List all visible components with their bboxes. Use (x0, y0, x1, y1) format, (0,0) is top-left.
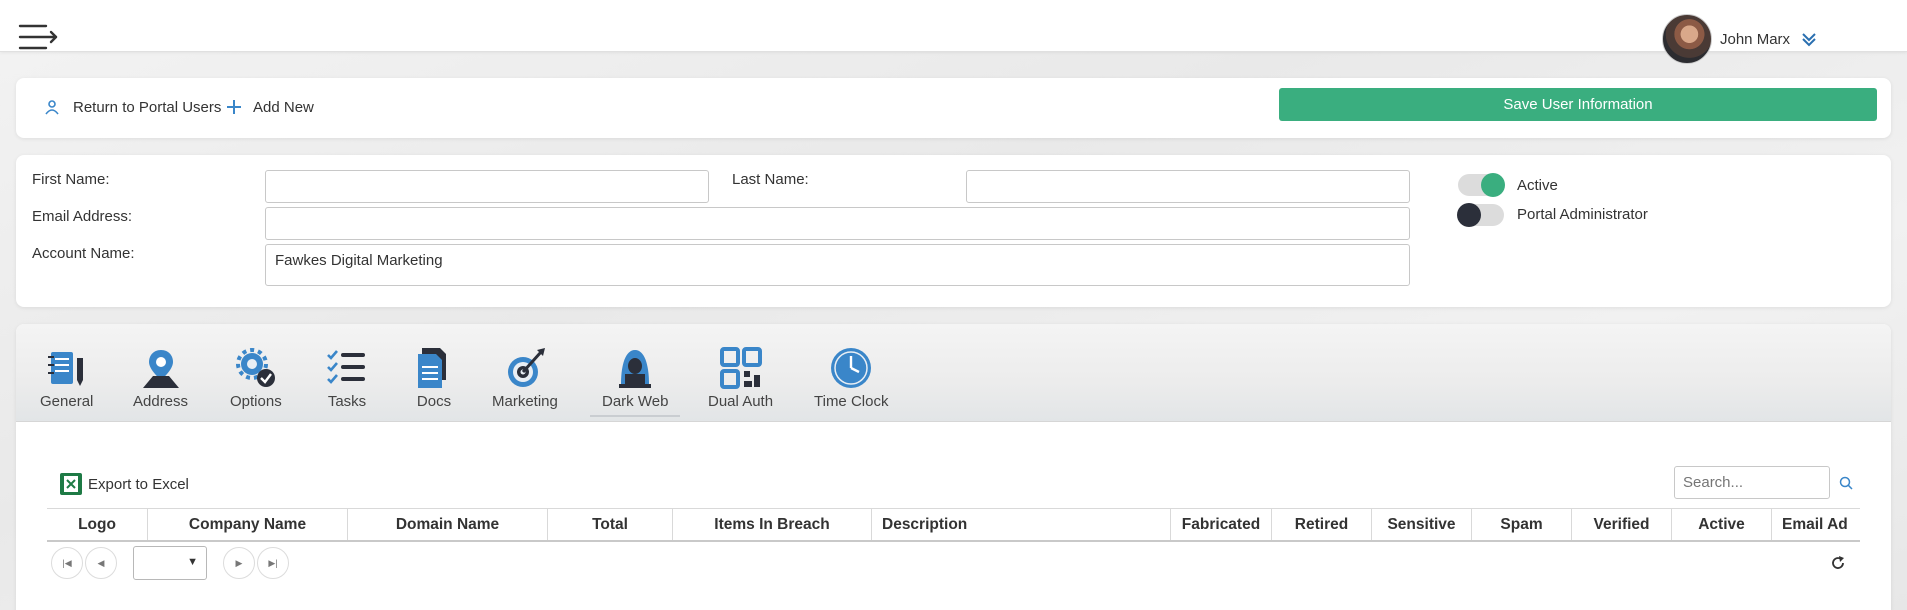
chevron-down-icon: ▼ (187, 556, 198, 568)
search-input[interactable] (1674, 466, 1830, 499)
next-page-button[interactable]: ▶ (223, 547, 255, 579)
tab-label: Tasks (327, 393, 367, 410)
save-user-button[interactable]: Save User Information (1279, 88, 1877, 121)
column-header[interactable]: Verified (1572, 509, 1672, 540)
search-icon[interactable] (1838, 475, 1854, 491)
last-page-button[interactable]: ▶| (257, 547, 289, 579)
clock-icon (831, 348, 872, 388)
portal-admin-label: Portal Administrator (1517, 206, 1648, 223)
plus-icon (227, 100, 241, 114)
qr-code-icon (719, 347, 762, 389)
documents-icon (418, 348, 446, 388)
column-header[interactable]: Sensitive (1372, 509, 1472, 540)
user-form: First Name: Last Name: Email Address: Ac… (16, 155, 1891, 307)
return-label: Return to Portal Users (73, 98, 222, 116)
column-header[interactable]: Fabricated (1171, 509, 1272, 540)
tab-label: General (40, 393, 94, 410)
users-icon (45, 100, 59, 115)
map-pin-icon (142, 350, 179, 388)
email-field[interactable] (265, 207, 1410, 240)
tab-address[interactable]: Address (133, 346, 188, 410)
tab-marketing[interactable]: Marketing (492, 346, 558, 410)
active-toggle[interactable] (1458, 173, 1505, 197)
tab-label: Marketing (492, 393, 558, 410)
add-new-label: Add New (253, 98, 314, 116)
column-header[interactable]: Items In Breach (673, 509, 872, 540)
user-name[interactable]: John Marx (1720, 31, 1790, 48)
column-header[interactable]: Logo (47, 509, 148, 540)
notebook-pen-icon (47, 352, 83, 386)
tab-dual-auth[interactable]: Dual Auth (708, 346, 773, 410)
column-header[interactable]: Company Name (148, 509, 348, 540)
first-name-field[interactable] (265, 170, 709, 203)
active-label: Active (1517, 177, 1558, 194)
export-to-excel-button[interactable]: Export to Excel (59, 472, 189, 496)
toggle-knob (1457, 203, 1481, 227)
tab-strip: General Address Options Tasks Docs Marke… (16, 324, 1891, 422)
tab-options[interactable]: Options (230, 346, 282, 410)
tab-docs[interactable]: Docs (412, 346, 456, 410)
column-header[interactable]: Spam (1472, 509, 1572, 540)
page-size-select[interactable]: ▼ (133, 546, 207, 580)
user-menu[interactable]: John Marx (1662, 14, 1818, 64)
tab-general[interactable]: General (40, 346, 93, 410)
gear-check-icon (235, 348, 275, 387)
tab-dark-web[interactable]: Dark Web (589, 346, 681, 417)
next-page-icon: ▶ (235, 557, 243, 568)
last-name-field[interactable] (966, 170, 1410, 203)
column-header[interactable]: Active (1672, 509, 1772, 540)
hacker-laptop-icon (619, 350, 652, 388)
hamburger-menu-icon[interactable] (18, 22, 60, 54)
pager: |◀ ◀ ▼ ▶ ▶| (51, 546, 289, 580)
tab-label: Address (133, 393, 189, 410)
add-new-link[interactable]: Add New (225, 98, 314, 116)
return-to-portal-users-link[interactable]: Return to Portal Users (43, 98, 221, 116)
avatar[interactable] (1662, 14, 1712, 64)
tab-time-clock[interactable]: Time Clock (814, 346, 888, 410)
target-dart-icon (507, 348, 545, 387)
previous-page-button[interactable]: ◀ (85, 547, 117, 579)
excel-icon (60, 473, 82, 495)
column-header[interactable]: Description (872, 509, 1171, 540)
refresh-icon[interactable] (1829, 554, 1847, 572)
portal-admin-toggle[interactable] (1457, 203, 1504, 227)
first-page-icon: |◀ (62, 557, 72, 568)
toggle-knob (1481, 173, 1505, 197)
tab-label: Options (230, 393, 282, 410)
grid-header: Logo Company Name Domain Name Total Item… (47, 508, 1860, 542)
tab-label: Time Clock (814, 393, 889, 410)
previous-page-icon: ◀ (97, 557, 105, 568)
column-header[interactable]: Domain Name (348, 509, 548, 540)
double-chevron-down-icon[interactable] (1800, 30, 1818, 48)
column-header[interactable]: Retired (1272, 509, 1372, 540)
email-label: Email Address: (32, 208, 133, 225)
action-bar: Return to Portal Users Add New Save User… (16, 78, 1891, 138)
first-name-label: First Name: (32, 171, 110, 188)
column-header[interactable]: Email Ad (1772, 509, 1860, 540)
export-label: Export to Excel (88, 475, 189, 493)
tab-label: Docs (416, 393, 452, 410)
tab-label: Dual Auth (708, 393, 774, 410)
column-header[interactable]: Total (548, 509, 673, 540)
last-page-icon: ▶| (268, 557, 278, 568)
first-page-button[interactable]: |◀ (51, 547, 83, 579)
last-name-label: Last Name: (732, 171, 809, 188)
tab-tasks[interactable]: Tasks (325, 346, 369, 410)
account-name-field[interactable] (265, 244, 1410, 286)
top-bar: John Marx (0, 0, 1907, 64)
tab-label: Dark Web (602, 393, 669, 410)
detail-panel: General Address Options Tasks Docs Marke… (16, 324, 1891, 610)
checklist-icon (327, 350, 365, 384)
account-name-label: Account Name: (32, 245, 135, 262)
